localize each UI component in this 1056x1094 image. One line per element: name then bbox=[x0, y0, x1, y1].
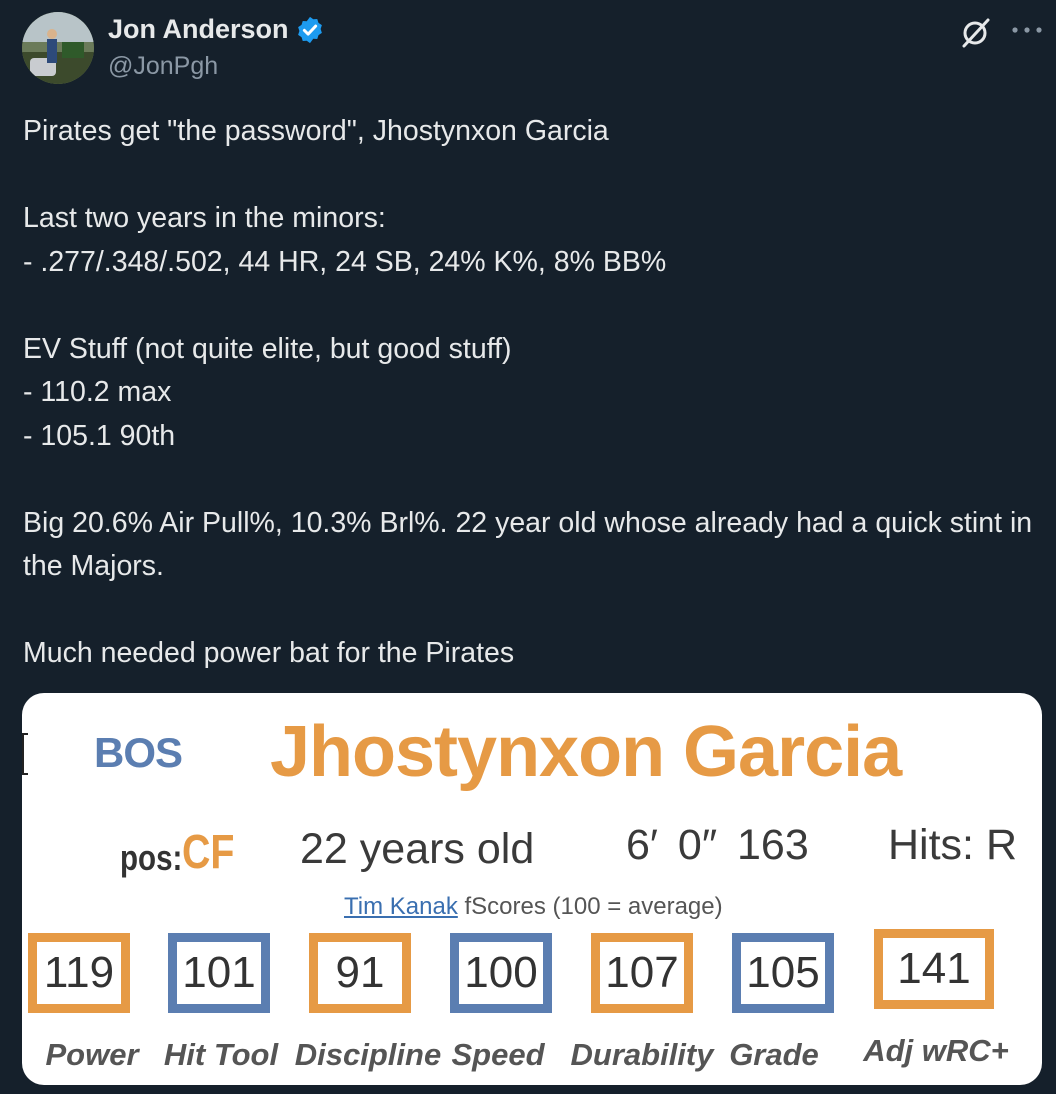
fscores-text: fScores (100 = average) bbox=[457, 893, 723, 920]
score-label-discipline: Discipline bbox=[294, 1037, 442, 1072]
score-value: 105 bbox=[746, 948, 820, 997]
avatar-image bbox=[22, 12, 94, 84]
avatar[interactable] bbox=[22, 12, 94, 84]
attached-image[interactable]: BOS Jhostynxon Garcia pos: CF 22 years o… bbox=[22, 693, 1042, 1085]
fscores-author-link[interactable]: Tim Kanak bbox=[344, 893, 458, 920]
score-box-adj-wrc: 141 bbox=[874, 929, 994, 1009]
score-value: 100 bbox=[464, 948, 538, 997]
fscores-caption: Tim Kanak fScores (100 = average) bbox=[344, 893, 723, 921]
crop-mark bbox=[22, 733, 28, 775]
score-label-speed: Speed bbox=[451, 1037, 545, 1072]
tweet-paragraph: Pirates get "the password", Jhostynxon G… bbox=[23, 115, 609, 147]
author-name[interactable]: Jon Anderson bbox=[108, 14, 289, 45]
author-handle[interactable]: @JonPgh bbox=[108, 52, 218, 81]
score-value: 107 bbox=[605, 948, 679, 997]
score-box-discipline: 91 bbox=[309, 933, 411, 1013]
height-weight: 6′ 0″ 163 bbox=[626, 821, 809, 870]
tweet-paragraph: Last two years in the minors: - .277/.34… bbox=[23, 202, 667, 278]
tweet-paragraph: Much needed power bat for the Pirates bbox=[23, 637, 515, 669]
position-label: pos: bbox=[120, 837, 183, 878]
more-icon[interactable] bbox=[1010, 20, 1044, 40]
score-label-power: Power bbox=[45, 1037, 139, 1072]
score-label-grade: Grade bbox=[729, 1037, 819, 1072]
position-value: CF bbox=[182, 826, 235, 879]
player-weight: 163 bbox=[737, 821, 809, 869]
score-label-hit-tool: Hit Tool bbox=[163, 1037, 279, 1072]
score-value: 91 bbox=[335, 948, 385, 997]
player-name: Jhostynxon Garcia bbox=[270, 712, 902, 792]
score-box-grade: 105 bbox=[732, 933, 834, 1013]
grok-icon[interactable] bbox=[958, 16, 992, 50]
tweet-paragraph: EV Stuff (not quite elite, but good stuf… bbox=[23, 332, 512, 452]
player-age: 22 years old bbox=[300, 825, 535, 873]
score-value: 119 bbox=[43, 948, 115, 997]
player-height: 6′ 0″ bbox=[626, 821, 718, 869]
score-value: 141 bbox=[897, 944, 971, 993]
score-box-hit-tool: 101 bbox=[168, 933, 270, 1013]
score-box-power: 119 bbox=[28, 933, 130, 1013]
tweet-text: Pirates get "the password", Jhostynxon G… bbox=[23, 110, 1033, 676]
score-label-adj-wrc: Adj wRC+ bbox=[863, 1033, 1009, 1068]
score-box-speed: 100 bbox=[450, 933, 552, 1013]
score-box-durability: 107 bbox=[591, 933, 693, 1013]
score-label-durability: Durability bbox=[570, 1037, 714, 1072]
verified-badge-icon bbox=[297, 16, 322, 43]
player-hits: Hits: R bbox=[888, 821, 1017, 869]
author-name-row[interactable]: Jon Anderson bbox=[108, 14, 325, 45]
team-abbrev: BOS bbox=[94, 729, 183, 776]
score-value: 101 bbox=[182, 948, 256, 997]
tweet-paragraph: Big 20.6% Air Pull%, 10.3% Brl%. 22 year… bbox=[23, 506, 1041, 583]
